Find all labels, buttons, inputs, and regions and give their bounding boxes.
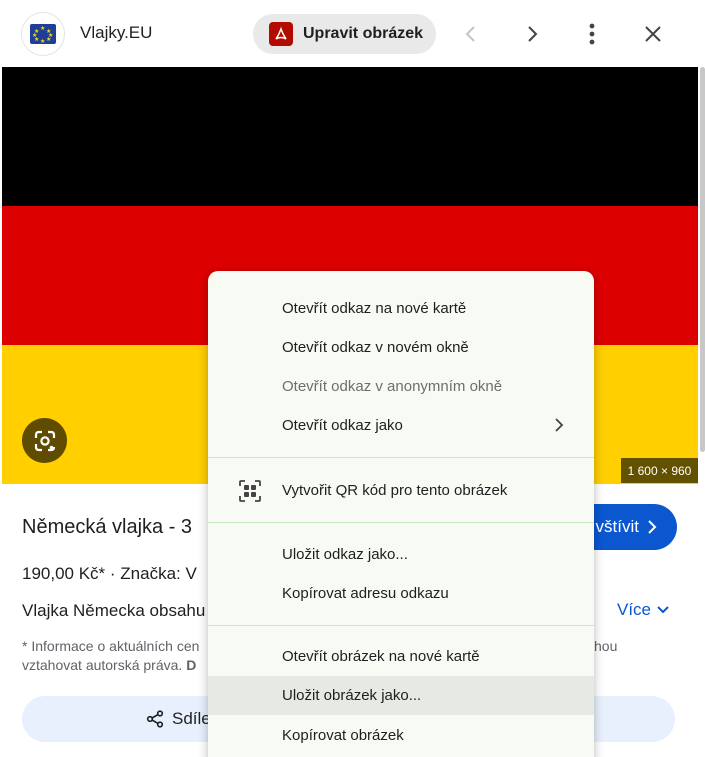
google-lens-icon <box>34 430 55 451</box>
menu-open-link-new-tab[interactable]: Otevřít odkaz na nové kartě <box>208 289 594 328</box>
chevron-down-icon <box>657 606 669 614</box>
chevron-right-icon <box>528 26 538 42</box>
menu-item-label: Otevřít odkaz v novém okně <box>282 339 469 356</box>
menu-open-link-incognito[interactable]: Otevřít odkaz v anonymním okně <box>208 367 594 406</box>
chevron-right-icon <box>648 520 657 534</box>
share-icon <box>146 710 164 728</box>
eu-flag-icon: ★ ★ ★ ★ ★ ★ ★ ★ <box>30 24 56 44</box>
disclaimer-line-2: vztahovat autorská práva. D <box>22 657 196 673</box>
more-link[interactable]: Více <box>617 600 669 620</box>
edit-image-button[interactable]: Upravit obrázek <box>253 14 436 54</box>
chevron-left-icon <box>465 26 475 42</box>
menu-item-label: Kopírovat adresu odkazu <box>282 585 449 602</box>
more-link-label: Více <box>617 600 652 619</box>
context-menu: Otevřít odkaz na nové kartě Otevřít odka… <box>208 271 594 757</box>
share-label: Sdíle <box>172 709 211 728</box>
close-button[interactable] <box>633 14 673 54</box>
edit-image-label: Upravit obrázek <box>303 25 424 42</box>
next-button[interactable] <box>512 14 552 54</box>
image-dimensions-badge: 1 600 × 960 <box>621 458 698 483</box>
site-favicon[interactable]: ★ ★ ★ ★ ★ ★ ★ ★ <box>21 12 65 56</box>
menu-save-image-as[interactable]: Uložit obrázek jako... <box>208 676 594 715</box>
menu-copy-image[interactable]: Kopírovat obrázek <box>208 716 594 755</box>
menu-separator <box>208 457 594 458</box>
menu-save-link-as[interactable]: Uložit odkaz jako... <box>208 535 594 574</box>
disclaimer-line-1-tail: hou <box>594 638 618 654</box>
menu-separator <box>208 522 594 523</box>
previous-button[interactable] <box>451 14 491 54</box>
menu-open-link-new-window[interactable]: Otevřít odkaz v novém okně <box>208 328 594 367</box>
google-lens-button[interactable] <box>22 418 67 463</box>
viewer-header: ★ ★ ★ ★ ★ ★ ★ ★ Vlajky.EU Upravit obráze… <box>0 0 705 67</box>
menu-item-label: Vytvořit QR kód pro tento obrázek <box>282 482 508 499</box>
menu-separator <box>208 625 594 626</box>
menu-item-label: Otevřít obrázek na nové kartě <box>282 648 480 665</box>
more-vert-icon <box>589 23 595 45</box>
menu-item-label: Otevřít odkaz v anonymním okně <box>282 378 503 395</box>
menu-item-label: Uložit obrázek jako... <box>282 687 422 704</box>
menu-open-image-new-tab[interactable]: Otevřít obrázek na nové kartě <box>208 637 594 676</box>
image-viewer-page: ★ ★ ★ ★ ★ ★ ★ ★ Vlajky.EU Upravit obráze… <box>0 0 705 757</box>
more-options-button[interactable] <box>572 14 612 54</box>
qr-code-icon <box>239 480 261 502</box>
menu-item-label: Kopírovat obrázek <box>282 727 404 744</box>
pdf-icon <box>269 22 293 46</box>
visit-label: vštívit <box>595 517 639 536</box>
menu-item-label: Otevřít odkaz jako <box>282 417 403 434</box>
disclaimer-link[interactable]: D <box>186 657 196 673</box>
menu-item-label: Otevřít odkaz na nové kartě <box>282 300 467 317</box>
close-icon <box>645 26 661 42</box>
disclaimer-line-1: * Informace o aktuálních cen <box>22 638 200 654</box>
menu-item-label: Uložit odkaz jako... <box>282 546 408 563</box>
site-name[interactable]: Vlajky.EU <box>80 23 152 43</box>
menu-open-link-as[interactable]: Otevřít odkaz jako <box>208 406 594 445</box>
result-description: Vlajka Německa obsahu <box>22 601 206 620</box>
chevron-right-icon <box>555 418 564 432</box>
scrollbar[interactable] <box>700 67 705 452</box>
disclaimer-text: vztahovat autorská práva. <box>22 657 187 673</box>
menu-copy-link-address[interactable]: Kopírovat adresu odkazu <box>208 574 594 613</box>
flag-stripe-black <box>2 67 698 206</box>
price-brand-line: 190,00 Kč* · Značka: V <box>22 564 197 583</box>
result-title[interactable]: Německá vlajka - 3 <box>22 516 192 539</box>
menu-create-qr-code[interactable]: Vytvořit QR kód pro tento obrázek <box>208 471 594 510</box>
